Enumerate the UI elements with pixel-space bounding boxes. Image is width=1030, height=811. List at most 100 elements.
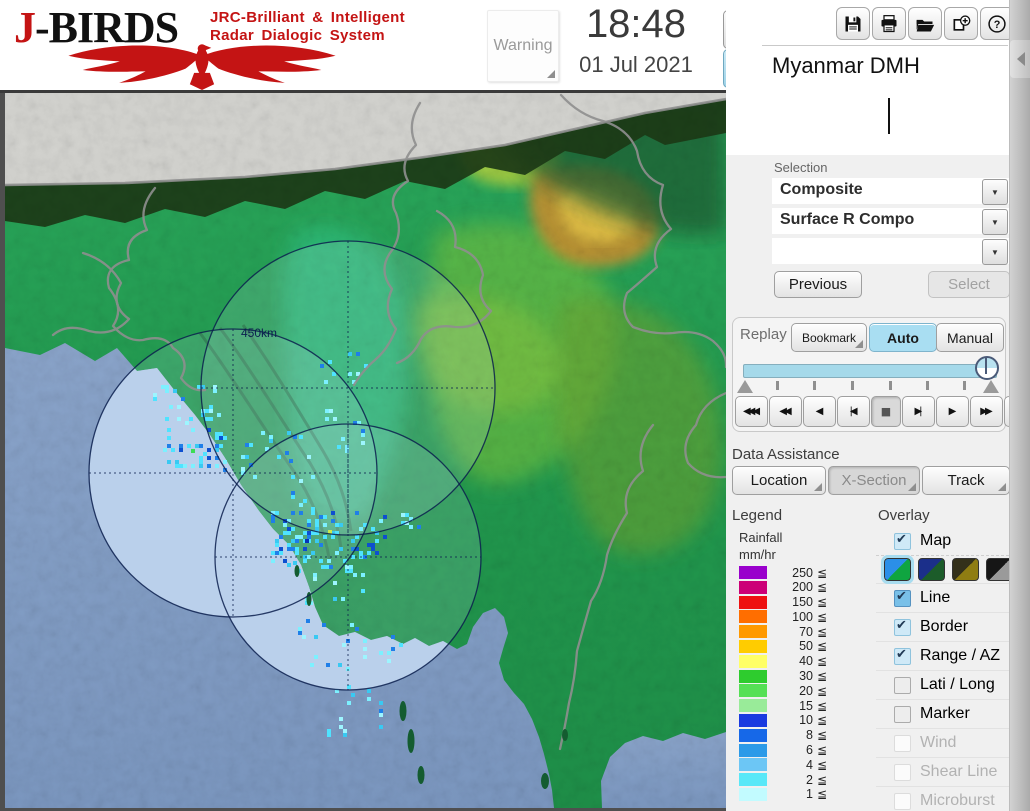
overlay-item-microburst[interactable]: Microburst	[876, 786, 1009, 811]
overlay-item-line[interactable]: ✔Line	[876, 583, 1009, 612]
map-style-swatch-1[interactable]	[884, 558, 911, 581]
legend-value: 100	[767, 610, 813, 624]
selection-dropdown-3[interactable]: ▼	[772, 238, 1009, 264]
legend-color-swatch	[739, 581, 767, 594]
legend-value: 6	[767, 743, 813, 757]
checkbox[interactable]: ✔	[894, 590, 911, 607]
replay-slider-handle[interactable]	[975, 356, 999, 380]
legend-leq-symbol: ≦	[817, 639, 827, 653]
manual-mode-button[interactable]: Manual	[936, 323, 1004, 352]
replay-slider-track[interactable]	[743, 364, 997, 378]
overlay-item-border[interactable]: ✔ Border	[876, 612, 1009, 641]
header-bar: J-BIRDS JRC-Brilliant & Intelligent Rada…	[0, 0, 726, 90]
checkbox[interactable]: ✔	[894, 648, 911, 665]
legend-leq-symbol: ≦	[817, 758, 827, 772]
legend-row: 200≦	[739, 581, 827, 594]
message-box[interactable]	[772, 92, 1008, 142]
legend-value: 4	[767, 758, 813, 772]
transport-button-0[interactable]: ◀◀◀	[735, 396, 768, 427]
legend-leq-symbol: ≦	[817, 566, 827, 580]
toolbar: ?	[836, 7, 1014, 40]
overlay-item-range-az[interactable]: ✔ Range / AZ	[876, 641, 1009, 670]
overlay-item-marker[interactable]: Marker	[876, 699, 1009, 728]
legend-color-swatch	[739, 625, 767, 638]
track-button[interactable]: Track	[922, 466, 1010, 495]
selection-dropdown-2[interactable]: Surface R Compo ▼	[772, 208, 1009, 234]
transport-button-7[interactable]: ▶▶	[970, 396, 1003, 427]
overlay-item-wind[interactable]: Wind	[876, 728, 1009, 757]
legend-unit-line2: mm/hr	[739, 547, 776, 562]
replay-slider-ticks	[733, 380, 1005, 392]
radar-map: 450km	[5, 93, 726, 808]
legend-value: 8	[767, 728, 813, 742]
legend-leq-symbol: ≦	[817, 669, 827, 683]
map-style-swatch-2[interactable]	[918, 558, 945, 581]
checkbox[interactable]	[894, 735, 911, 752]
checkbox[interactable]	[894, 677, 911, 694]
svg-text:?: ?	[994, 19, 1001, 31]
add-image-icon	[951, 14, 971, 34]
legend-value: 70	[767, 625, 813, 639]
legend-color-swatch	[739, 699, 767, 712]
open-folder-button[interactable]	[908, 7, 942, 40]
transport-button-3[interactable]: |◀	[837, 396, 870, 427]
replay-groupbox: Replay Bookmark Auto Manual ◀◀◀◀◀◀|◀■▶|▶…	[732, 317, 1006, 432]
transport-button-4[interactable]: ■	[871, 396, 901, 427]
bookmark-button[interactable]: Bookmark	[791, 323, 867, 352]
add-image-button[interactable]	[944, 7, 978, 40]
legend-row: 8≦	[739, 729, 827, 742]
legend-row: 40≦	[739, 655, 827, 668]
slider-tick	[813, 381, 816, 390]
checkbox[interactable]: ✔	[894, 619, 911, 636]
map-style-swatch-3[interactable]	[952, 558, 979, 581]
checkbox[interactable]	[894, 764, 911, 781]
overlay-item-shear-line[interactable]: Shear Line	[876, 757, 1009, 786]
control-panel: ? Myanmar DMH Selection Composite ▼ Surf…	[726, 0, 1009, 811]
transport-button-2[interactable]: ◀	[803, 396, 836, 427]
legend-row: 1≦	[739, 788, 827, 801]
selection-dropdown-1[interactable]: Composite ▼	[772, 178, 1009, 204]
radar-map-window[interactable]: 450km	[0, 93, 726, 811]
overlay-item-label: Range / AZ	[920, 647, 1000, 665]
legend-color-swatch	[739, 670, 767, 683]
overlay-item-label: Border	[920, 618, 968, 636]
checkbox[interactable]: ✔	[894, 533, 911, 550]
overlay-item-map[interactable]: ✔Map	[876, 527, 1009, 555]
select-button[interactable]: Select	[928, 271, 1010, 298]
check-icon: ✔	[896, 589, 907, 604]
overlay-item-lati-long[interactable]: Lati / Long	[876, 670, 1009, 699]
legend-row: 100 ≦	[739, 610, 827, 623]
eagle-icon	[12, 40, 392, 90]
legend-value: 40	[767, 654, 813, 668]
text-cursor	[888, 98, 890, 134]
warning-label: Warning	[494, 37, 553, 55]
legend-leq-symbol: ≦	[817, 743, 827, 757]
collapse-arrow-icon	[1017, 52, 1025, 66]
legend-leq-symbol: ≦	[817, 773, 827, 787]
transport-button-5[interactable]: ▶|	[902, 396, 935, 427]
previous-button[interactable]: Previous	[774, 271, 862, 298]
x-section-button[interactable]: X-Section	[828, 466, 920, 495]
legend-color-swatch	[739, 640, 767, 653]
legend-leq-symbol: ≦	[817, 580, 827, 594]
chevron-down-icon[interactable]: ▼	[982, 239, 1008, 265]
print-button[interactable]	[872, 7, 906, 40]
auto-mode-button[interactable]: Auto	[869, 323, 937, 352]
playback-controls: ◀◀◀◀◀◀|◀■▶|▶▶▶▶▶▶	[735, 396, 1030, 427]
overlay-list: ✔Map✔Line✔Border✔Range / AZLati / LongMa…	[876, 527, 1009, 811]
chevron-down-icon[interactable]: ▼	[982, 209, 1008, 235]
save-button[interactable]	[836, 7, 870, 40]
transport-button-6[interactable]: ▶	[936, 396, 969, 427]
checkbox[interactable]	[894, 706, 911, 723]
location-button[interactable]: Location	[732, 466, 826, 495]
checkbox[interactable]	[894, 793, 911, 810]
slider-start-marker[interactable]	[737, 380, 753, 393]
legend-row: 2≦	[739, 773, 827, 786]
overlay-item-label: Shear Line	[920, 763, 997, 781]
chevron-down-icon[interactable]: ▼	[982, 179, 1008, 205]
data-assistance-label: Data Assistance	[732, 446, 840, 463]
transport-button-1[interactable]: ◀◀	[769, 396, 802, 427]
slider-end-marker[interactable]	[983, 380, 999, 393]
collapse-panel-button[interactable]	[1010, 40, 1030, 78]
legend-leq-symbol: ≦	[817, 610, 827, 624]
